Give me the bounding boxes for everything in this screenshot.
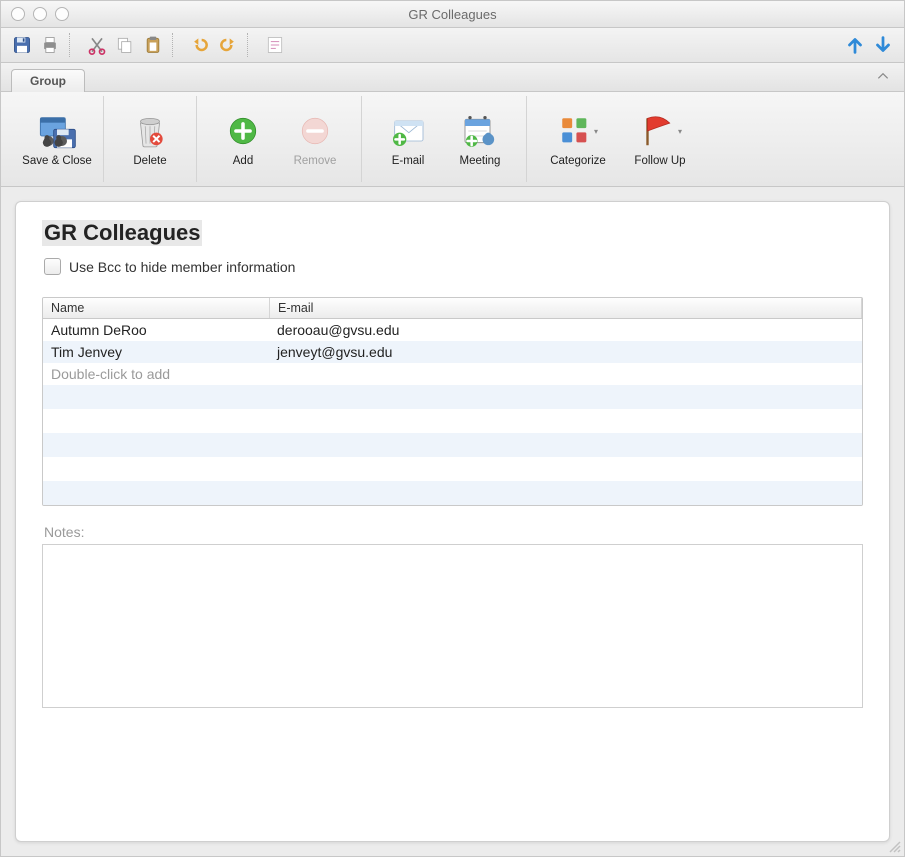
resize-grip[interactable] xyxy=(888,840,902,854)
members-body: Autumn DeRooderooau@gvsu.eduTim Jenveyje… xyxy=(43,319,862,505)
categorize-icon: ▾ xyxy=(558,111,598,151)
empty-row[interactable] xyxy=(43,409,862,433)
save-and-close-button[interactable]: Save & Close xyxy=(21,101,93,177)
flag-icon: ▾ xyxy=(638,111,682,151)
close-window-button[interactable] xyxy=(11,7,25,21)
remove-member-button[interactable]: Remove xyxy=(279,101,351,177)
undo-button[interactable] xyxy=(187,32,213,58)
previous-item-button[interactable] xyxy=(842,32,868,58)
quick-access-toolbar xyxy=(1,28,904,63)
member-name: Tim Jenvey xyxy=(43,341,269,363)
collapse-ribbon-button[interactable] xyxy=(876,69,890,83)
table-row[interactable]: Tim Jenveyjenveyt@gvsu.edu xyxy=(43,341,862,363)
column-header-email[interactable]: E-mail xyxy=(270,298,862,318)
print-button[interactable] xyxy=(37,32,63,58)
column-header-name[interactable]: Name xyxy=(43,298,270,318)
minus-icon xyxy=(298,111,332,151)
bcc-row: Use Bcc to hide member information xyxy=(44,258,863,275)
delete-button[interactable]: Delete xyxy=(114,101,186,177)
follow-up-button[interactable]: ▾ Follow Up xyxy=(619,101,701,177)
calendar-meeting-icon xyxy=(460,111,500,151)
member-email: jenveyt@gvsu.edu xyxy=(269,341,862,363)
copy-button[interactable] xyxy=(112,32,138,58)
window-title: GR Colleagues xyxy=(1,7,904,22)
table-row[interactable]: Autumn DeRooderooau@gvsu.edu xyxy=(43,319,862,341)
tab-group[interactable]: Group xyxy=(11,69,85,92)
email-group-button[interactable]: E-mail xyxy=(372,101,444,177)
window: GR Colleagues xyxy=(0,0,905,857)
categorize-button[interactable]: ▾ Categorize xyxy=(537,101,619,177)
ribbon: Save & Close Delete xyxy=(1,92,904,187)
members-header: Name E-mail xyxy=(43,298,862,319)
form-button[interactable] xyxy=(262,32,288,58)
members-table: Name E-mail Autumn DeRooderooau@gvsu.edu… xyxy=(42,297,863,506)
member-email: derooau@gvsu.edu xyxy=(269,319,862,341)
empty-row[interactable] xyxy=(43,385,862,409)
group-title[interactable]: GR Colleagues xyxy=(42,220,202,246)
paste-button[interactable] xyxy=(140,32,166,58)
bcc-label: Use Bcc to hide member information xyxy=(69,259,295,275)
tabstrip: Group xyxy=(1,63,904,92)
add-member-button[interactable]: Add xyxy=(207,101,279,177)
plus-icon xyxy=(226,111,260,151)
email-icon xyxy=(388,111,428,151)
add-placeholder: Double-click to add xyxy=(43,363,269,385)
dropdown-icon: ▾ xyxy=(678,127,682,136)
meeting-button[interactable]: Meeting xyxy=(444,101,516,177)
titlebar: GR Colleagues xyxy=(1,1,904,28)
notes-textarea[interactable] xyxy=(42,544,863,708)
empty-row[interactable] xyxy=(43,457,862,481)
redo-button[interactable] xyxy=(215,32,241,58)
empty-row[interactable] xyxy=(43,481,862,505)
trash-icon xyxy=(131,111,169,151)
empty-row[interactable] xyxy=(43,433,862,457)
window-controls xyxy=(1,7,69,21)
minimize-window-button[interactable] xyxy=(33,7,47,21)
add-member-row[interactable]: Double-click to add xyxy=(43,363,862,385)
member-name: Autumn DeRoo xyxy=(43,319,269,341)
notes-label: Notes: xyxy=(44,524,863,540)
zoom-window-button[interactable] xyxy=(55,7,69,21)
save-button[interactable] xyxy=(9,32,35,58)
content-card: GR Colleagues Use Bcc to hide member inf… xyxy=(15,201,890,842)
next-item-button[interactable] xyxy=(870,32,896,58)
dropdown-icon: ▾ xyxy=(594,127,598,136)
bcc-checkbox[interactable] xyxy=(44,258,61,275)
cut-button[interactable] xyxy=(84,32,110,58)
save-close-icon xyxy=(37,111,77,151)
